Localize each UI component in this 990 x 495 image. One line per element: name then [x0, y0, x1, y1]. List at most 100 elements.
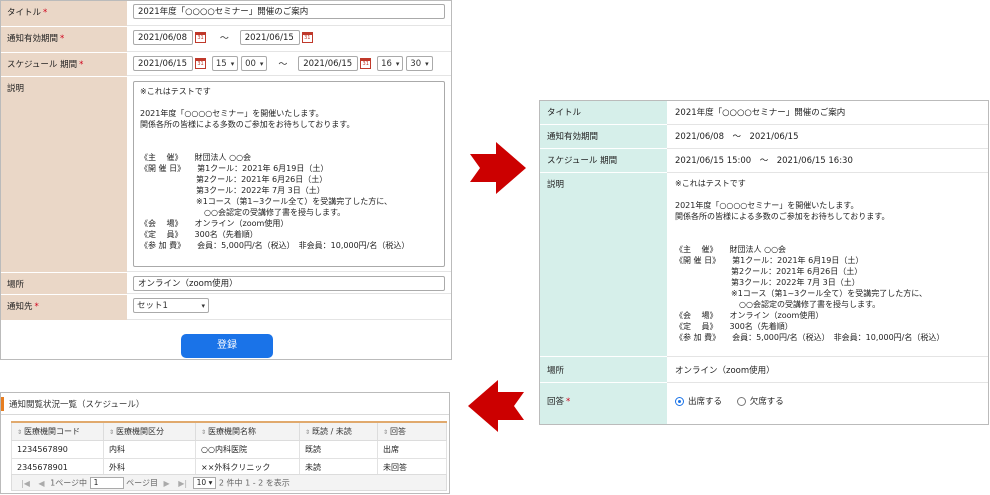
- description-textarea[interactable]: ※これはテストです 2021年度「○○○○セミナー」を開催いたします。関係各所の皆…: [133, 81, 445, 267]
- detail-value-description: ※これはテストです 2021年度「○○○○セミナー」を開催いたします。 関係各所の皆…: [667, 173, 988, 357]
- description-line: 《主 催》 財団法人 ○○会: [140, 153, 252, 162]
- detail-row-answer: 回答 * 出席する 欠席する: [540, 383, 988, 424]
- description-line: 2021年度「○○○○セミナー」を開催いたします。: [140, 109, 324, 118]
- sort-icon: ⇕: [201, 429, 207, 436]
- period-end-input[interactable]: 2021/06/15: [239, 30, 300, 45]
- required-mark: *: [79, 60, 84, 70]
- table-cell: 内科: [103, 440, 196, 459]
- detail-label-place: 場所: [540, 357, 667, 383]
- form-row-description: 説明 ※これはテストです 2021年度「○○○○セミナー」を開催いたします。関係各…: [1, 77, 451, 273]
- detail-description-line: ○○会認定の受講修了書を授与します。: [675, 300, 881, 309]
- calendar-icon[interactable]: 31: [195, 58, 206, 69]
- detail-value-schedule: 2021/06/15 15:00 ～ 2021/06/15 16:30: [667, 149, 988, 173]
- table-cell: ○○内科医院: [195, 440, 300, 459]
- detail-description-line: ※1コース（第1~3クール全て）を受講完了した方に、: [675, 289, 928, 298]
- column-header[interactable]: ⇕ 医療機関名称: [195, 421, 300, 441]
- table-cell: 1234567890: [11, 440, 104, 459]
- form-label-recipient: 通知先 *: [1, 295, 127, 320]
- detail-description-line: 《参 加 費》 会員：5,000円/名（税込） 非会員：10,000円/名（税込…: [675, 333, 945, 342]
- title-input[interactable]: 2021年度「○○○○セミナー」開催のご案内: [133, 4, 445, 19]
- sort-icon: ⇕: [383, 429, 389, 436]
- calendar-icon[interactable]: 31: [301, 32, 313, 43]
- column-header[interactable]: ⇕ 医療機関コード: [11, 421, 104, 441]
- form-label-period: 通知有効期間 *: [1, 27, 127, 52]
- notice-detail-view: タイトル 2021年度「○○○○セミナー」開催のご案内 通知有効期間 2021/…: [539, 100, 989, 425]
- description-line: 関係各所の皆様による多数のご参加をお待ちしております。: [140, 120, 355, 129]
- sort-icon: ⇕: [305, 429, 311, 436]
- chevron-down-icon: ▾: [208, 478, 213, 487]
- last-page-icon[interactable]: ▶|: [178, 479, 187, 488]
- schedule-start-hour-select[interactable]: 15 ▾: [211, 56, 239, 71]
- detail-label-answer: 回答 *: [540, 383, 667, 424]
- description-line: 《会 場》 オンライン（zoom使用）: [140, 219, 289, 228]
- form-label-description: 説明: [1, 77, 127, 272]
- form-row-title: タイトル * 2021年度「○○○○セミナー」開催のご案内: [1, 1, 451, 27]
- detail-label-description: 説明: [540, 173, 667, 357]
- detail-label-title: タイトル: [540, 101, 667, 125]
- detail-description-line: 2021年度「○○○○セミナー」を開催いたします。: [675, 201, 859, 210]
- detail-description-line: 第2クール：2021年 6月26日（土）: [675, 267, 863, 276]
- schedule-start-date-input[interactable]: 2021/06/15: [133, 56, 193, 71]
- detail-value-title: 2021年度「○○○○セミナー」開催のご案内: [667, 101, 988, 125]
- status-table: ⇕ 医療機関コード ⇕ 医療機関区分 ⇕ 医療機関名称 ⇕ 既読 / 未読 ⇕ 回答 12…: [11, 421, 447, 477]
- detail-label-schedule: スケジュール 期間: [540, 149, 667, 173]
- form-label-schedule: スケジュール 期間 *: [1, 53, 127, 76]
- next-page-icon[interactable]: ▶: [164, 479, 170, 488]
- required-mark: *: [60, 34, 65, 44]
- list-title: 通知閲覧状況一覧（スケジュール）: [1, 393, 449, 415]
- range-separator: ～: [278, 60, 288, 70]
- pager-summary: 2 件中 1 - 2 を表示: [218, 478, 290, 488]
- column-header[interactable]: ⇕ 既読 / 未読: [299, 421, 378, 441]
- submit-button[interactable]: 登録: [181, 334, 273, 358]
- chevron-down-icon: ▾: [395, 60, 400, 68]
- page-number-input[interactable]: 1: [89, 477, 124, 489]
- schedule-end-date-input[interactable]: 2021/06/15: [298, 56, 359, 71]
- description-line: 《開 催 日》 第1クール：2021年 6月19日（土）: [140, 164, 329, 173]
- detail-description-line: 《会 場》 オンライン（zoom使用）: [675, 311, 824, 320]
- range-separator: ～: [219, 34, 229, 44]
- chevron-down-icon: ▾: [259, 60, 264, 68]
- description-line: 《参 加 費》 会員：5,000円/名（税込） 非会員：10,000円/名（税込…: [140, 241, 410, 250]
- read-status-list: 通知閲覧状況一覧（スケジュール） ⇕ 医療機関コード ⇕ 医療機関区分 ⇕ 医療機関名…: [0, 392, 450, 494]
- detail-description-line: 《主 催》 財団法人 ○○会: [675, 245, 787, 254]
- recipient-select[interactable]: セット1 ▾: [133, 298, 209, 313]
- detail-description-line: ※これはテストです: [675, 179, 746, 188]
- detail-description-line: 《開 催 日》 第1クール：2021年 6月19日（土）: [675, 256, 864, 265]
- schedule-start-minute-select[interactable]: 00 ▾: [241, 56, 268, 71]
- detail-description-line: 《定 員》 300名（先着順）: [675, 322, 793, 331]
- table-header-row: ⇕ 医療機関コード ⇕ 医療機関区分 ⇕ 医療機関名称 ⇕ 既読 / 未読 ⇕ 回答: [11, 421, 447, 441]
- calendar-icon[interactable]: 31: [360, 58, 372, 69]
- chevron-down-icon: ▾: [425, 60, 429, 68]
- column-header[interactable]: ⇕ 医療機関区分: [103, 421, 196, 441]
- detail-row-title: タイトル 2021年度「○○○○セミナー」開催のご案内: [540, 101, 988, 125]
- detail-description-line: [675, 189, 982, 200]
- description-line: ※これはテストです: [140, 87, 211, 96]
- radio-attend[interactable]: [675, 396, 684, 406]
- table-row[interactable]: 1234567890 内科 ○○内科医院 既読 出席: [11, 440, 447, 459]
- table-cell: 既読: [299, 440, 378, 459]
- detail-row-description: 説明 ※これはテストです 2021年度「○○○○セミナー」を開催いたします。 関係各…: [540, 173, 988, 357]
- description-line: 第2クール：2021年 6月26日（土）: [140, 175, 328, 184]
- schedule-end-minute-select[interactable]: 30 ▾: [406, 56, 433, 71]
- radio-attend-label[interactable]: 出席する: [688, 397, 722, 407]
- radio-absent[interactable]: [736, 396, 746, 406]
- chevron-down-icon: ▾: [230, 60, 235, 68]
- prev-page-icon[interactable]: ◀: [38, 479, 44, 488]
- detail-description-line: [675, 222, 982, 233]
- period-start-input[interactable]: 2021/06/08: [133, 30, 193, 45]
- radio-absent-label[interactable]: 欠席する: [750, 397, 784, 407]
- place-input[interactable]: オンライン（zoom使用）: [133, 276, 445, 291]
- page-suffix: ページ目: [126, 478, 158, 488]
- description-line: ※1コース（第1~3クール全て）を受講完了した方に、: [140, 197, 393, 206]
- per-page-select[interactable]: 10 ▾: [192, 477, 217, 489]
- first-page-icon[interactable]: |◀: [21, 479, 30, 488]
- schedule-end-hour-select[interactable]: 16 ▾: [377, 56, 404, 71]
- column-header[interactable]: ⇕ 回答: [377, 421, 447, 441]
- chevron-down-icon: ▾: [201, 302, 205, 310]
- detail-row-period: 通知有効期間 2021/06/08 ～ 2021/06/15: [540, 125, 988, 149]
- description-line: 第3クール：2022年 7月 3日（土）: [140, 186, 325, 195]
- notice-entry-form: タイトル * 2021年度「○○○○セミナー」開催のご案内 通知有効期間 * 202…: [0, 0, 452, 360]
- form-label-place: 場所: [1, 273, 127, 294]
- page-prefix: 1ページ中: [50, 478, 88, 488]
- calendar-icon[interactable]: 31: [195, 32, 206, 43]
